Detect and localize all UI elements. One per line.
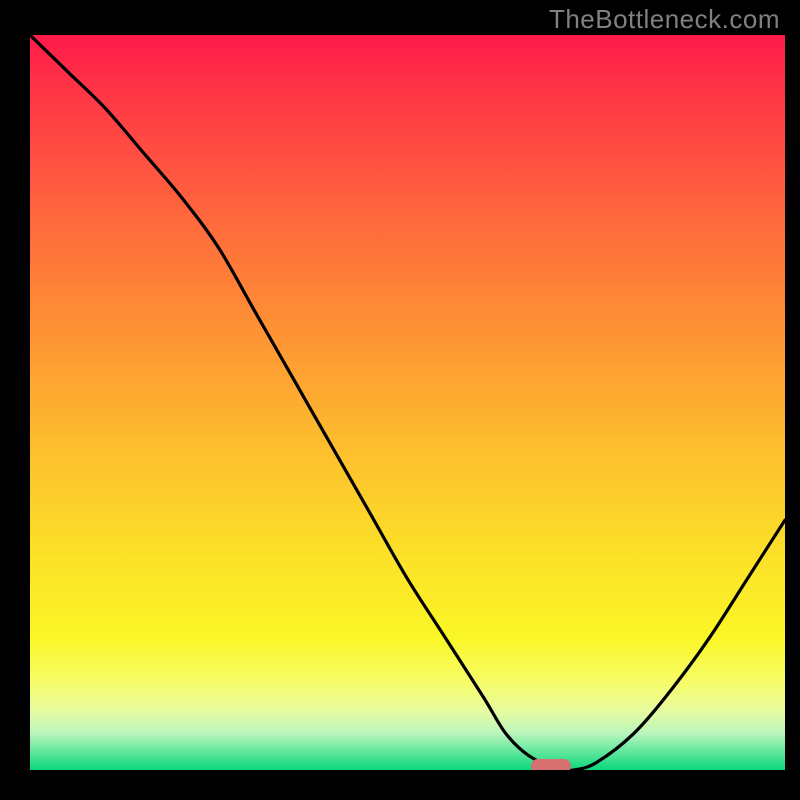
chart-frame: TheBottleneck.com <box>0 0 800 800</box>
plot-area <box>30 35 785 770</box>
bottleneck-curve <box>30 35 785 770</box>
optimum-marker <box>531 759 570 770</box>
curve-path <box>30 35 785 770</box>
watermark-text: TheBottleneck.com <box>549 4 780 35</box>
